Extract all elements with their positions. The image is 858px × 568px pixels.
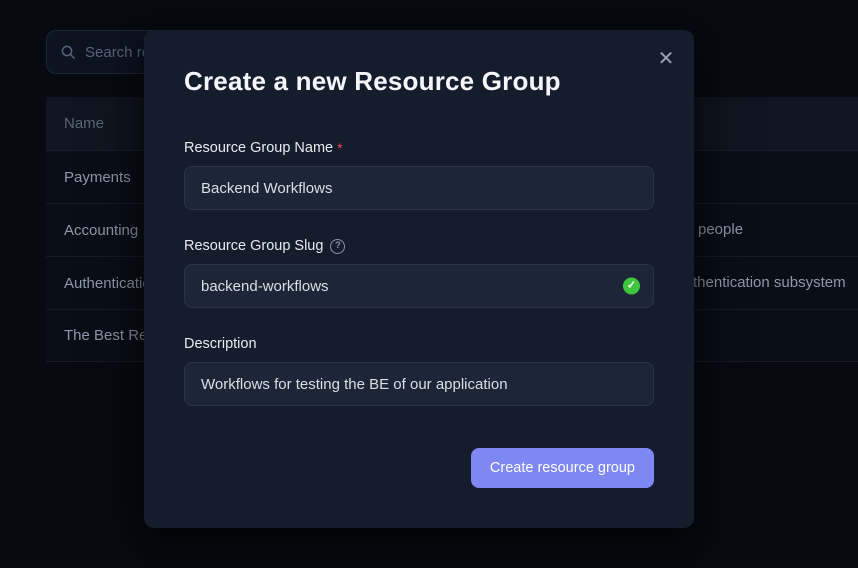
create-resource-group-button[interactable]: Create resource group bbox=[471, 448, 654, 488]
table-cell-fragment: thentication subsystem bbox=[693, 273, 846, 293]
close-button[interactable]: ✕ bbox=[653, 46, 679, 72]
help-icon[interactable]: ? bbox=[330, 239, 345, 254]
row-name-label: Payments bbox=[64, 169, 131, 186]
valid-check-icon: ✓ bbox=[623, 278, 640, 295]
required-asterisk: * bbox=[337, 138, 342, 158]
close-icon: ✕ bbox=[658, 49, 675, 69]
modal-title: Create a new Resource Group bbox=[184, 64, 654, 98]
slug-input[interactable] bbox=[184, 264, 654, 308]
description-field-label: Description bbox=[184, 334, 654, 354]
create-resource-group-modal: ✕ Create a new Resource Group Resource G… bbox=[144, 30, 694, 528]
column-header-name: Name bbox=[64, 115, 104, 132]
table-cell-fragment: people bbox=[698, 220, 743, 240]
row-name-label: Accounting bbox=[64, 222, 138, 239]
name-input[interactable] bbox=[184, 166, 654, 210]
search-icon bbox=[60, 44, 76, 60]
row-name-label: The Best Res bbox=[64, 327, 155, 344]
description-input[interactable] bbox=[184, 362, 654, 406]
row-name-label: Authenticatio bbox=[64, 275, 151, 292]
slug-field-label: Resource Group Slug ? bbox=[184, 236, 654, 256]
name-field-label: Resource Group Name * bbox=[184, 138, 654, 158]
